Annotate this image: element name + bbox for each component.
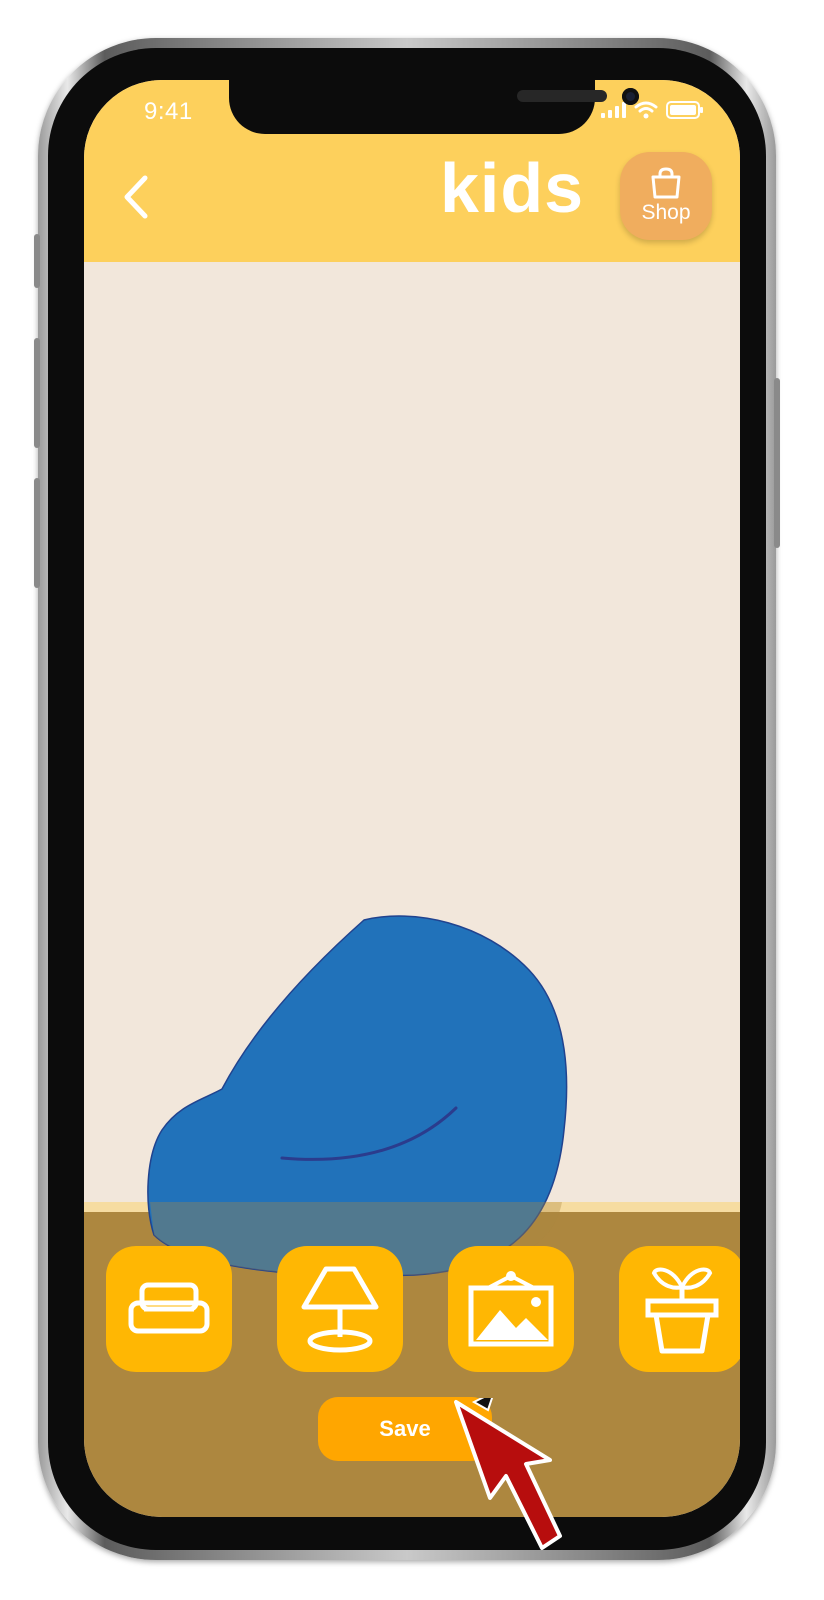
sofa-icon [128,1282,210,1334]
furniture-toolbar [106,1246,740,1372]
device-notch [229,80,639,134]
status-icons [600,101,704,119]
back-button[interactable] [116,172,156,222]
plant-pot-icon [645,1267,719,1354]
volume-up-button [34,338,40,448]
silent-switch [34,234,40,288]
room-wall [84,262,740,1212]
chevron-left-icon [124,175,148,219]
click-burst-icon-2 [471,1398,494,1412]
picture-frame-icon [468,1271,554,1347]
shop-button[interactable]: Shop [620,152,712,240]
status-time: 9:41 [144,98,193,125]
plant-tool-button[interactable] [619,1246,740,1372]
volume-down-button [34,478,40,588]
sofa-tool-button[interactable] [106,1246,232,1372]
power-button [774,378,780,548]
pointer-cursor-icon [454,1398,562,1550]
lamp-tool-button[interactable] [277,1246,403,1372]
lamp-icon [301,1266,379,1353]
app-logo: kids [440,149,585,227]
top-bar: 9:41 kids Shop [84,80,740,262]
earpiece-speaker [517,90,607,102]
cellular-signal-icon [601,102,626,118]
picture-tool-button[interactable] [448,1246,574,1372]
app-screen: 9:41 kids Shop Save [84,80,740,1517]
shopping-bag-icon [651,167,681,199]
front-camera [622,88,639,105]
shop-label: Shop [641,201,691,224]
battery-icon [666,101,703,119]
wifi-icon [634,101,658,119]
